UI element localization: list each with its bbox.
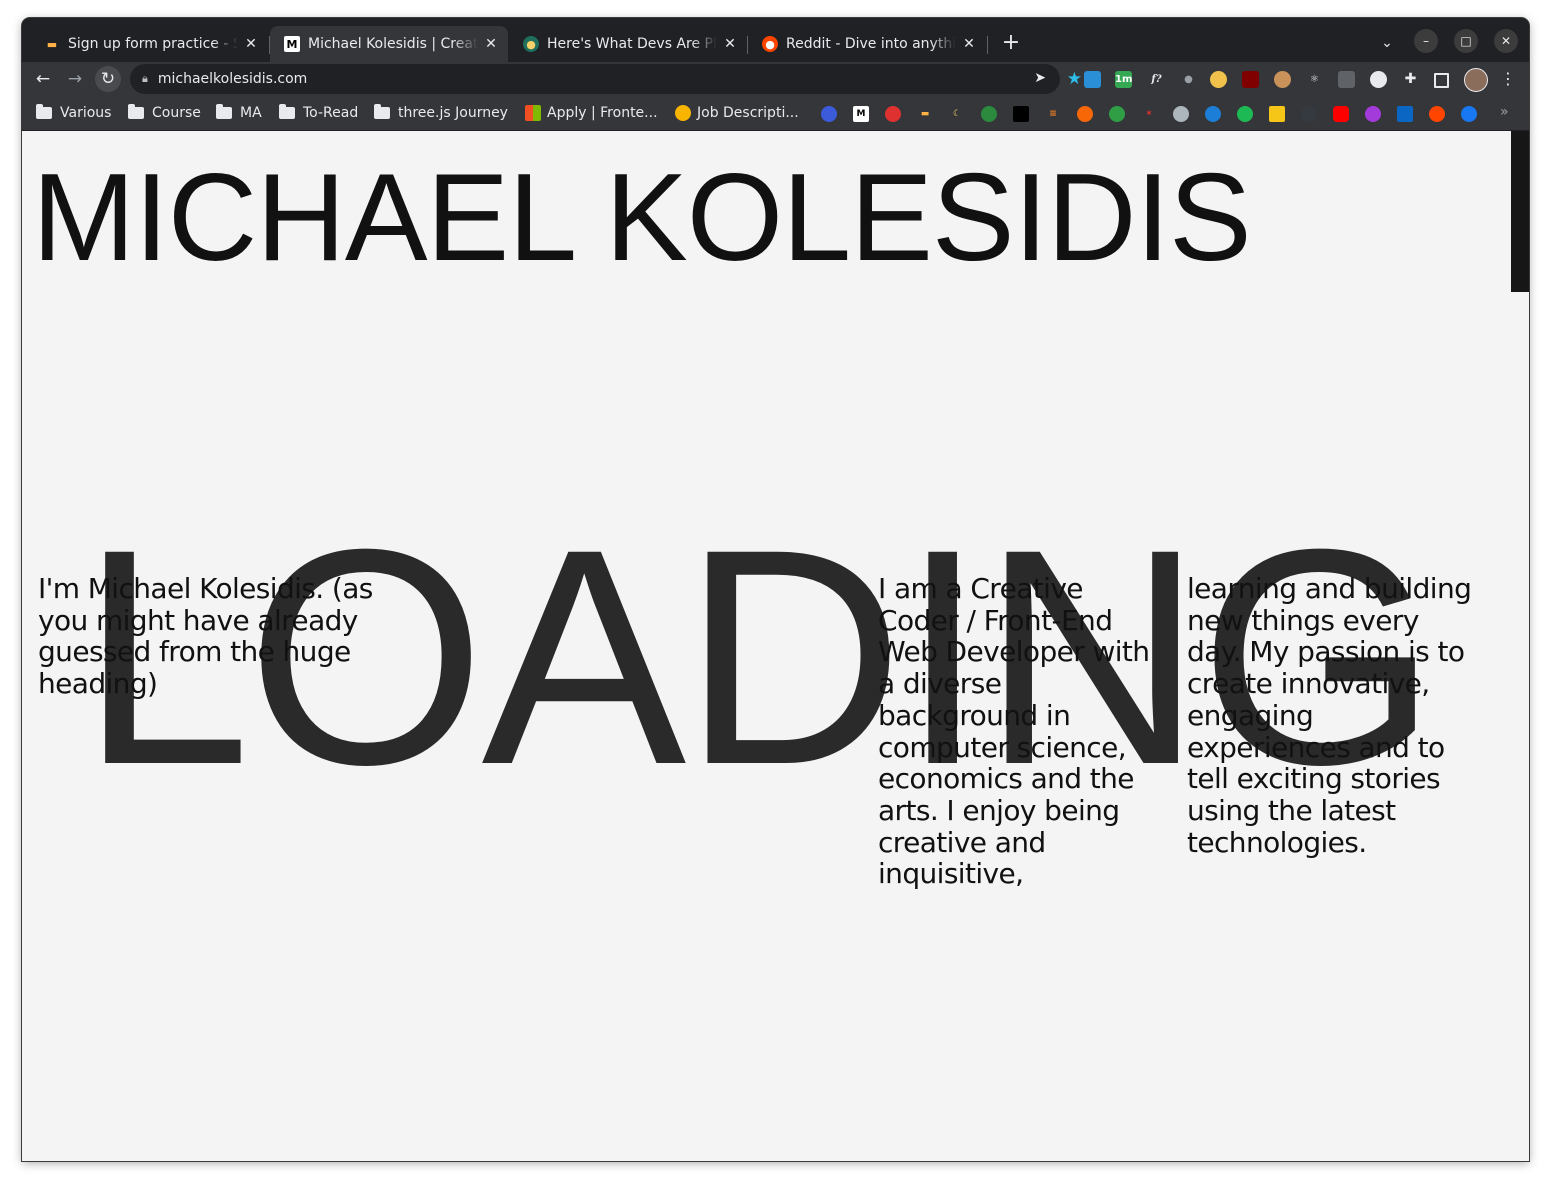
spotify-icon[interactable] [1237,106,1253,122]
lock-icon[interactable]: 🔒︎ [142,72,148,86]
facebook-icon[interactable] [1461,106,1477,122]
trello-extension-icon[interactable] [1084,71,1101,88]
share-icon[interactable]: ➤ [1034,70,1046,86]
tab-strip: ▬ Sign up form practice - Scrimba ✕ M Mi… [22,18,1529,62]
bookmark-label: three.js Journey [398,105,508,121]
bookmark-star-icon[interactable]: ★ [1067,69,1082,89]
page-viewport: MICHAEL KOLESIDIS LOADING I'm Michael Ko… [22,131,1529,1161]
tab-search-button[interactable]: ⌄ [1375,30,1399,56]
bookmark-label: Various [60,105,112,121]
about-paragraph-1: I am a Creative Coder / Front-End Web De… [878,572,1150,891]
bookmark-apply-frontend[interactable]: Apply | Fronte... [525,102,658,124]
bookmark-label: Course [152,105,201,121]
reddit-icon: ● [762,36,778,52]
folder-icon [279,104,295,119]
github-icon[interactable] [1301,106,1317,122]
messenger-icon[interactable] [1365,106,1381,122]
youtube-icon[interactable] [1333,106,1349,122]
emoji-icon [675,105,691,121]
page-title: MICHAEL KOLESIDIS [32,149,1252,287]
tab-divider [987,36,988,54]
tab-scrimba[interactable]: ▬ Sign up form practice - Scrimba ✕ [30,26,268,62]
bookmark-folder-to-read[interactable]: To-Read [279,102,358,124]
tab-title: Reddit - Dive into anything [786,36,956,52]
bookmarks-bar: Various Course MA To-Read three.js Journ… [22,96,1529,131]
ask-icon[interactable] [1077,106,1093,122]
forward-arrow-icon[interactable]: → [62,66,88,92]
close-icon[interactable]: ✕ [242,36,260,52]
tab-michael-kolesidis[interactable]: M Michael Kolesidis | Creative Coder ✕ [270,26,508,62]
imdb-icon[interactable] [1269,106,1285,122]
close-window-icon[interactable]: ✕ [1494,29,1518,53]
bookmark-label: Apply | Fronte... [547,105,658,121]
devs-icon: ● [523,36,539,52]
about-paragraph-2: learning and building new things every d… [1187,572,1472,859]
medium-icon[interactable] [1013,106,1029,122]
scrimba-icon: ▬ [46,37,58,51]
side-panel-icon[interactable] [1434,73,1449,88]
m-logo-icon: M [284,36,300,52]
folder-icon [374,104,390,119]
tab-title: Sign up form practice - Scrimba [68,36,238,52]
bookmark-icon-2[interactable] [981,106,997,122]
folder-icon [128,104,144,119]
tab-title: Michael Kolesidis | Creative Coder [308,36,478,52]
puzzle-icon[interactable]: ✚ [1402,71,1419,88]
close-icon[interactable]: ✕ [721,36,739,52]
tab-devs[interactable]: ● Here's What Devs Are Planning ✕ [509,26,747,62]
minimize-icon[interactable]: – [1414,29,1438,53]
reload-icon[interactable]: ↻ [95,66,121,92]
cookie-extension-icon[interactable] [1274,71,1291,88]
ghost-icon[interactable] [1173,106,1189,122]
avatar[interactable] [1464,68,1488,92]
c-icon[interactable] [1205,106,1221,122]
tab-title: Here's What Devs Are Planning [547,36,717,52]
cat-extension-icon[interactable] [1210,71,1227,88]
bookmark-label: Job Descripti... [697,105,799,121]
extension-icon[interactable] [1370,71,1387,88]
bookmark-label: To-Read [303,105,359,121]
scrimba-icon[interactable]: ▬ [917,106,933,122]
back-arrow-icon[interactable]: ← [30,66,56,92]
bookmark-folder-ma[interactable]: MA [216,102,262,124]
bookmark-folder-threejs[interactable]: three.js Journey [374,102,508,124]
bookmark-folder-various[interactable]: Various [36,102,111,124]
folder-icon [216,104,232,119]
bookmark-job-description[interactable]: Job Descripti... [675,102,799,124]
timer-extension-icon[interactable]: 1m [1115,71,1132,88]
address-bar[interactable]: 🔒︎ michaelkolesidis.com ➤ ★ [130,64,1082,94]
browser-window: ▬ Sign up form practice - Scrimba ✕ M Mi… [22,18,1529,1161]
more-bookmarks-icon[interactable]: » [1500,104,1509,120]
close-icon[interactable]: ✕ [482,36,500,52]
folder-icon [36,104,52,119]
frog-icon[interactable] [1109,106,1125,122]
moon-icon[interactable]: ☾ [949,106,965,122]
bookmark-icon-1[interactable] [821,106,837,122]
new-tab-button[interactable]: + [998,30,1024,56]
ublock-extension-icon[interactable] [1242,71,1259,88]
intro-paragraph: I'm Michael Kolesidis. (as you might hav… [38,572,373,701]
fonts-extension-icon[interactable]: f? [1148,71,1165,88]
toolbar: ← → ↻ 🔒︎ michaelkolesidis.com ➤ ★ 1m f? … [22,62,1529,96]
figure-icon[interactable]: ✶ [1141,106,1157,122]
stackoverflow-icon[interactable]: ≡ [1045,106,1061,122]
crx-extension-icon[interactable] [1338,71,1355,88]
m-logo-icon[interactable]: M [853,106,869,122]
mouse-extension-icon[interactable]: ● [1180,71,1197,88]
maximize-icon[interactable]: □ [1454,29,1478,53]
more-options-icon[interactable]: ⋮ [1500,68,1516,90]
reddit-icon[interactable] [1429,106,1445,122]
tab-reddit[interactable]: ● Reddit - Dive into anything ✕ [748,26,986,62]
tomato-icon[interactable] [885,106,901,122]
bookmark-label: MA [240,105,262,121]
url-text[interactable]: michaelkolesidis.com [158,71,307,87]
bookmark-folder-course[interactable]: Course [128,102,201,124]
linkedin-icon[interactable] [1397,106,1413,122]
scrollbar[interactable] [1511,131,1529,292]
close-icon[interactable]: ✕ [960,36,978,52]
react-extension-icon[interactable]: ⚛ [1306,71,1323,88]
microsoft-icon [525,105,541,121]
